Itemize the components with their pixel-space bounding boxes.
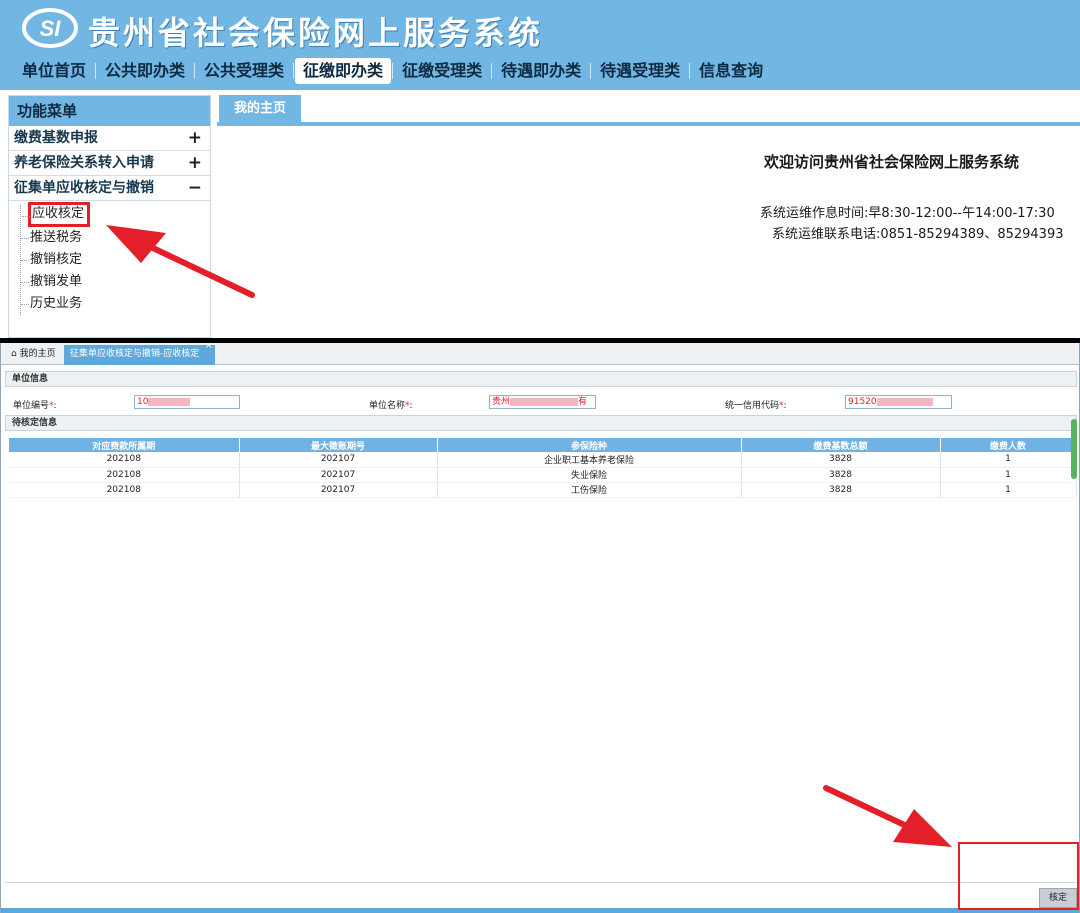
annotation-arrows	[106, 225, 952, 847]
arrow-icon	[106, 225, 255, 298]
arrow-icon	[823, 785, 952, 847]
